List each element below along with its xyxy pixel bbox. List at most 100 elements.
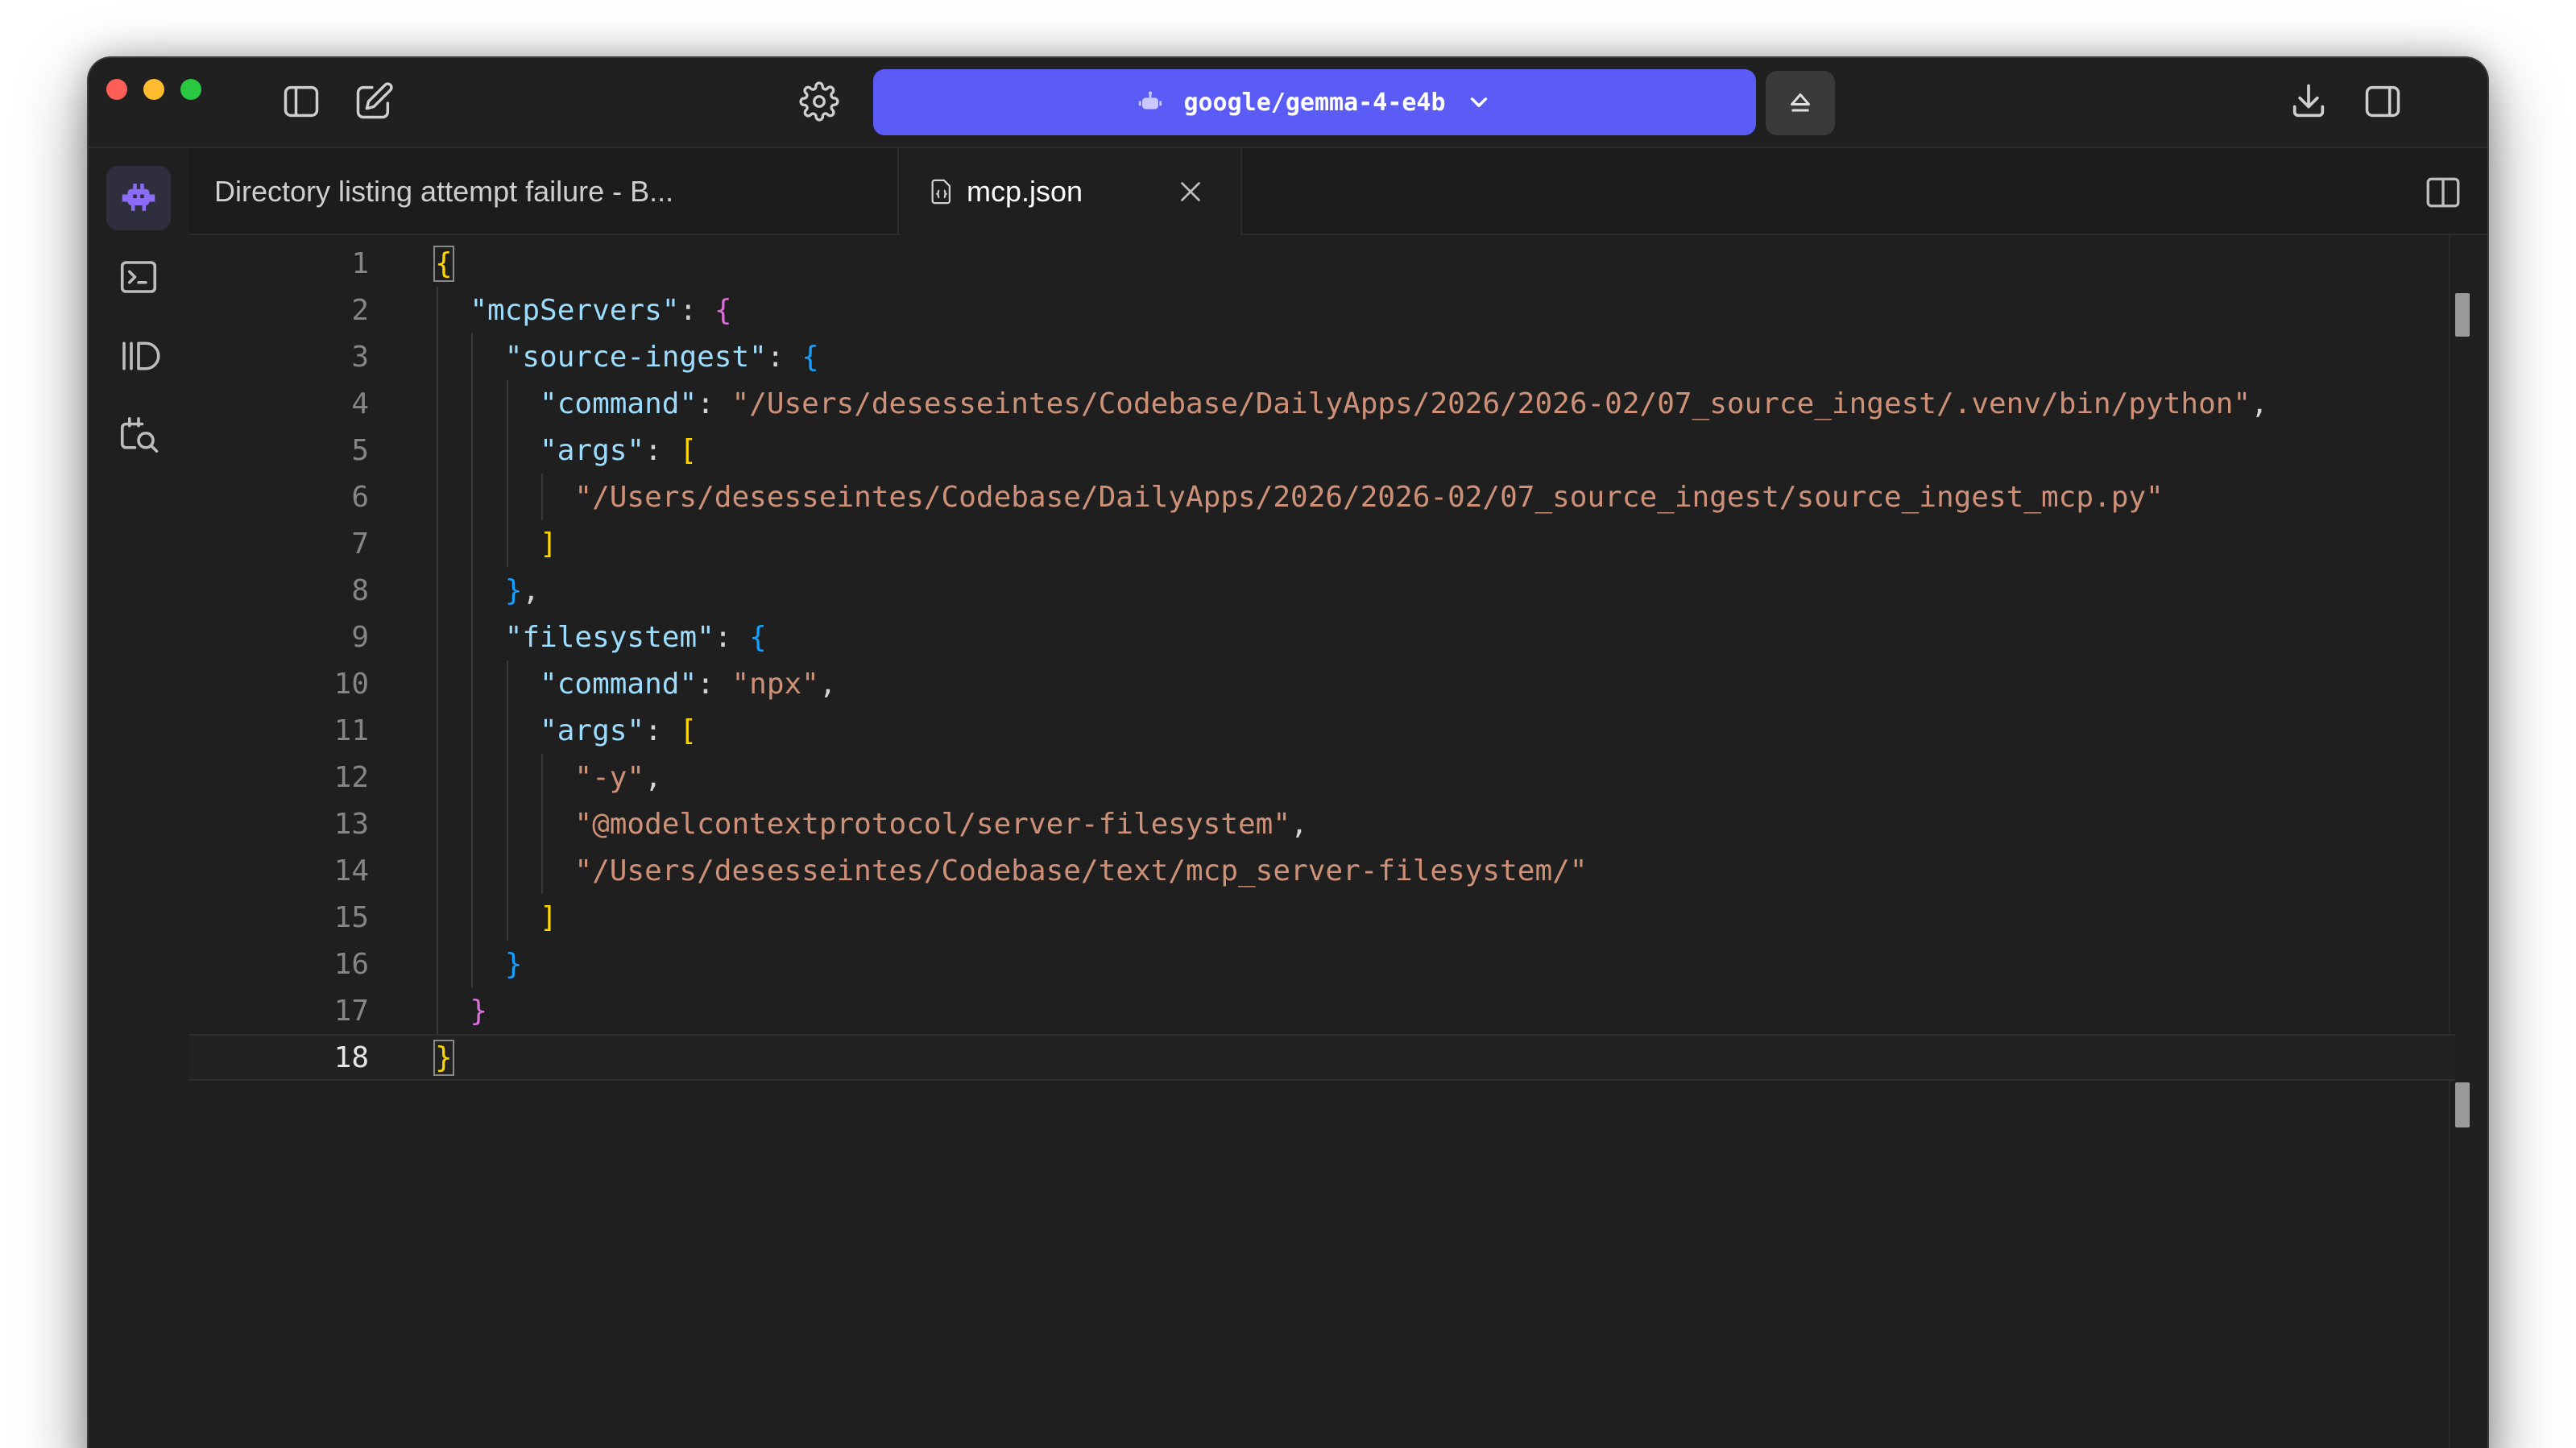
gear-icon[interactable] xyxy=(799,76,839,127)
code-line[interactable]: 8 }, xyxy=(188,567,2455,614)
indent-guide xyxy=(437,287,438,1034)
code-line[interactable]: 7 ] xyxy=(188,520,2455,567)
line-number: 2 xyxy=(351,293,369,327)
code-token: { xyxy=(714,293,732,327)
new-chat-icon[interactable] xyxy=(348,76,400,127)
code-line[interactable]: 9 "filesystem": { xyxy=(188,614,2455,660)
code-text: "@modelcontextprotocol/server-filesystem… xyxy=(435,808,1307,841)
code-token: "filesystem" xyxy=(504,620,714,654)
line-number: 5 xyxy=(351,433,369,467)
code-token: , xyxy=(2251,387,2268,420)
activity-item-search[interactable] xyxy=(106,403,171,467)
code-token: : xyxy=(766,340,802,374)
tab-mcp-json[interactable]: mcp.json xyxy=(901,148,1242,235)
code-text: "filesystem": { xyxy=(435,621,767,654)
code-token: } xyxy=(504,947,523,981)
code-text: } xyxy=(433,1039,454,1076)
app-window: google/gemma-4-e4b Directory listing att… xyxy=(89,58,2487,1448)
code-token: [ xyxy=(679,714,698,747)
activity-item-chat[interactable] xyxy=(106,166,171,230)
line-number: 10 xyxy=(333,667,369,701)
line-number: 11 xyxy=(333,714,369,747)
title-bar: google/gemma-4-e4b xyxy=(89,58,2487,148)
code-token: , xyxy=(522,573,540,607)
line-number: 18 xyxy=(333,1040,369,1074)
code-line[interactable]: 6 "/Users/desesseintes/Codebase/DailyApp… xyxy=(188,474,2455,520)
activity-item-library[interactable] xyxy=(106,324,171,388)
tab-label: mcp.json xyxy=(967,175,1083,208)
window-close-button[interactable] xyxy=(106,79,127,100)
code-line[interactable]: 15 ] xyxy=(188,894,2455,941)
code-text: "-y", xyxy=(435,761,661,794)
code-text: "mcpServers": { xyxy=(435,293,732,327)
right-panel-icon[interactable] xyxy=(2357,76,2408,127)
code-line[interactable]: 12 "-y", xyxy=(188,754,2455,801)
tab-directory-listing[interactable]: Directory listing attempt failure - B... xyxy=(188,148,899,235)
code-token: "mcpServers" xyxy=(470,293,680,327)
code-editor[interactable]: 1{2 "mcpServers": {3 "source-ingest": {4… xyxy=(188,235,2487,1448)
code-line[interactable]: 18} xyxy=(188,1034,2455,1081)
code-text: } xyxy=(435,995,487,1028)
line-number: 17 xyxy=(333,994,369,1028)
code-token: "command" xyxy=(540,667,698,701)
line-number: 12 xyxy=(333,760,369,794)
line-number: 6 xyxy=(351,480,369,514)
code-text: "command": "/Users/desesseintes/Codebase… xyxy=(435,387,2268,420)
code-text: "/Users/desesseintes/Codebase/DailyApps/… xyxy=(435,481,2163,514)
code-token: ] xyxy=(540,527,557,561)
code-line[interactable]: 3 "source-ingest": { xyxy=(188,333,2455,380)
code-token: "args" xyxy=(540,714,645,747)
eject-button[interactable] xyxy=(1766,71,1835,135)
code-line[interactable]: 13 "@modelcontextprotocol/server-filesys… xyxy=(188,801,2455,847)
sidebar-toggle-icon[interactable] xyxy=(275,76,327,127)
code-line[interactable]: 11 "args": [ xyxy=(188,707,2455,754)
code-line[interactable]: 10 "command": "npx", xyxy=(188,660,2455,707)
line-number: 14 xyxy=(333,854,369,887)
indent-guide xyxy=(541,474,544,520)
terminal-icon xyxy=(117,255,160,299)
model-selector[interactable]: google/gemma-4-e4b xyxy=(873,69,1756,135)
code-line[interactable]: 1{ xyxy=(188,240,2455,287)
window-maximize-button[interactable] xyxy=(180,79,201,100)
code-line[interactable]: 4 "command": "/Users/desesseintes/Codeba… xyxy=(188,380,2455,427)
indent-guide xyxy=(506,380,508,567)
library-icon xyxy=(117,334,160,378)
code-text: "/Users/desesseintes/Codebase/text/mcp_s… xyxy=(435,854,1587,887)
code-line[interactable]: 14 "/Users/desesseintes/Codebase/text/mc… xyxy=(188,847,2455,894)
close-icon[interactable] xyxy=(1176,177,1205,206)
robot-icon xyxy=(117,176,160,220)
code-line[interactable]: 2 "mcpServers": { xyxy=(188,287,2455,333)
line-number: 3 xyxy=(351,340,369,374)
code-token: } xyxy=(470,994,488,1028)
code-text: "args": [ xyxy=(435,434,697,467)
code-token: : xyxy=(644,714,680,747)
code-line[interactable]: 17 } xyxy=(188,987,2455,1034)
code-line[interactable]: 16 } xyxy=(188,941,2455,987)
split-editor-icon[interactable] xyxy=(2421,171,2465,214)
indent-guide xyxy=(471,333,474,987)
code-token: "source-ingest" xyxy=(504,340,767,374)
line-number: 8 xyxy=(351,573,369,607)
code-token: , xyxy=(818,667,837,701)
code-token: } xyxy=(504,573,523,607)
code-line[interactable]: 5 "args": [ xyxy=(188,427,2455,474)
code-token: [ xyxy=(679,433,698,467)
download-icon[interactable] xyxy=(2283,76,2334,127)
window-minimize-button[interactable] xyxy=(143,79,164,100)
scrollbar-marker[interactable] xyxy=(2455,1082,2470,1127)
activity-item-terminal[interactable] xyxy=(106,245,171,309)
scrollbar-thumb[interactable] xyxy=(2455,293,2470,337)
code-token: ] xyxy=(540,900,557,934)
indent-guide xyxy=(506,660,508,941)
